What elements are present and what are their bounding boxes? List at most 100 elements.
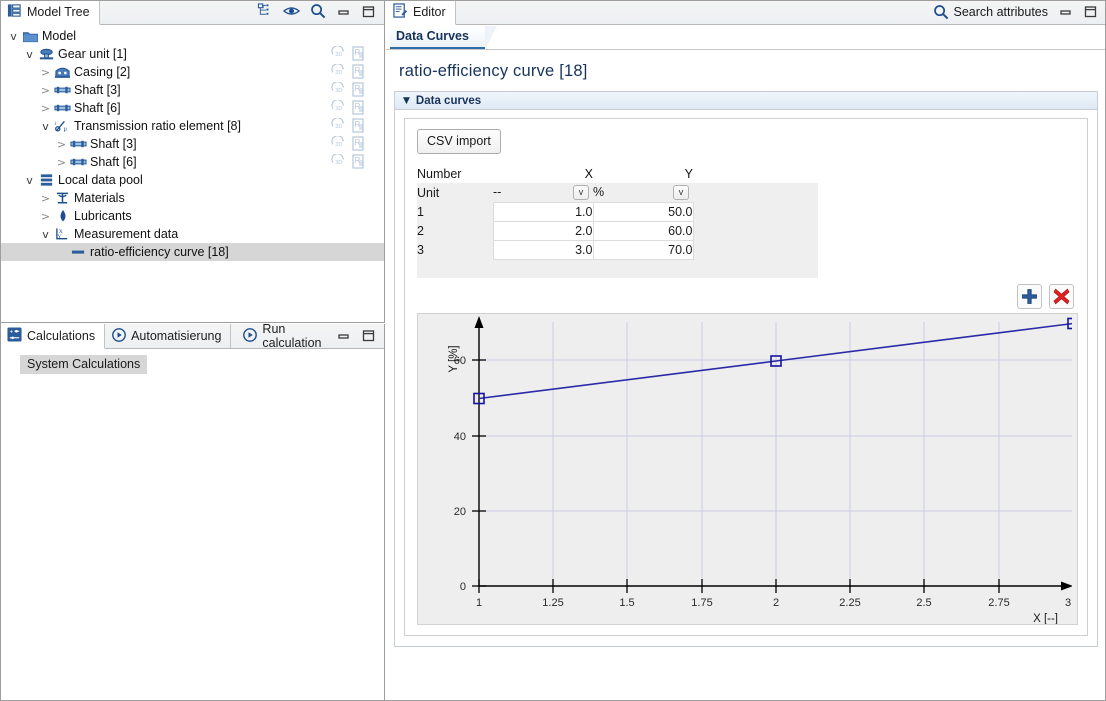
chevron-right-icon[interactable]: > (38, 67, 53, 78)
cell-x[interactable]: 3.0 (493, 240, 593, 259)
add-row-button[interactable] (1017, 284, 1042, 309)
tree-row-actions[interactable]: 3D R (331, 118, 366, 136)
chevron-down-icon[interactable]: v (38, 121, 53, 132)
cell-x[interactable]: 1.0 (493, 202, 593, 221)
chevron-down-icon[interactable]: v (22, 175, 37, 186)
model-tree-maximize-button[interactable] (361, 5, 376, 19)
report-icon[interactable]: R (352, 118, 366, 136)
tree-item-casing[interactable]: > Casing [2] 3D R (0, 63, 384, 81)
tree-item-local-data-pool[interactable]: v Local data pool (0, 171, 384, 189)
view-3d-icon[interactable]: 3D (331, 136, 346, 154)
tree-row-actions[interactable]: 3D R (331, 82, 366, 100)
tree-item-label: Shaft [3] (72, 83, 121, 97)
report-icon[interactable]: R (352, 64, 366, 82)
tree-row-actions[interactable]: 3D R (331, 46, 366, 64)
tab-run-calculation[interactable]: Run calculation (231, 324, 336, 348)
chevron-down-icon[interactable]: ▼ (403, 96, 410, 106)
table-row[interactable]: 3 3.0 70.0 (417, 240, 818, 259)
y-tick-40: 40 (454, 431, 466, 443)
view-3d-icon[interactable]: 3D (331, 82, 346, 100)
search-attributes-label[interactable]: Search attributes (954, 5, 1049, 19)
tab-editor[interactable]: Editor (386, 0, 456, 25)
calculations-minimize-button[interactable] (336, 329, 351, 343)
list-item-system-calculations[interactable]: System Calculations (20, 355, 147, 374)
tree-row-actions[interactable]: 3D R (331, 154, 366, 172)
model-tree-minimize-button[interactable] (336, 5, 351, 19)
search-icon[interactable] (933, 4, 949, 20)
chevron-right-icon[interactable]: > (38, 211, 53, 222)
tree-row-actions[interactable]: 3D R (331, 64, 366, 82)
view-3d-icon[interactable]: 3D (331, 100, 346, 118)
empty-cell-y[interactable] (593, 259, 693, 278)
report-icon[interactable]: R (352, 46, 366, 64)
empty-cell-x[interactable] (493, 259, 593, 278)
tree-item-shaft-3-nested[interactable]: > Shaft [3] 3D R (0, 135, 384, 153)
chevron-right-icon[interactable]: > (54, 157, 69, 168)
tree-link-icon[interactable] (257, 3, 273, 21)
view-3d-icon[interactable]: 3D (331, 154, 346, 172)
tree-item-lubricants[interactable]: > Lubricants (0, 207, 384, 225)
unit-y-cell[interactable]: % v (593, 183, 693, 202)
csv-import-button[interactable]: CSV import (417, 129, 501, 154)
view-3d-icon[interactable]: 3D (331, 46, 346, 64)
search-icon[interactable] (310, 3, 326, 22)
model-tree-toolbar (257, 0, 384, 24)
data-curves-section-header[interactable]: ▼ Data curves (395, 92, 1097, 110)
editor-minimize-button[interactable] (1058, 5, 1073, 19)
model-tree-body[interactable]: v Model v Gear unit [1] (0, 25, 384, 322)
editor-maximize-button[interactable] (1083, 5, 1098, 19)
cell-y[interactable]: 70.0 (593, 240, 693, 259)
tree-item-shaft-6-nested[interactable]: > Shaft [6] 3D R (0, 153, 384, 171)
tree-item-shaft-6[interactable]: > Shaft [6] 3D R (0, 99, 384, 117)
svg-text:Y: Y (57, 234, 61, 240)
x-tick: 3 (1065, 597, 1071, 609)
chevron-down-icon[interactable]: v (6, 31, 21, 42)
data-curve-chart[interactable]: 0 20 40 60 (417, 313, 1078, 625)
unit-x-cell[interactable]: -- v (493, 183, 593, 202)
tree-item-model[interactable]: v Model (0, 27, 384, 45)
editor-content: ratio-efficiency curve [18] ▼ Data curve… (386, 50, 1106, 701)
cell-y[interactable]: 50.0 (593, 202, 693, 221)
tab-calculations[interactable]: + Calculations (0, 324, 105, 349)
cell-y[interactable]: 60.0 (593, 221, 693, 240)
data-curve-table[interactable]: Number X Y Unit -- v (417, 164, 818, 278)
report-icon[interactable]: R (352, 100, 366, 118)
chevron-down-icon[interactable]: v (22, 49, 37, 60)
tab-automatisierung[interactable]: Automatisierung (105, 324, 231, 348)
chevron-right-icon[interactable]: > (38, 103, 53, 114)
tabbar-spacer (100, 0, 257, 24)
row-pad (693, 221, 818, 240)
tree-item-transmission-ratio-element[interactable]: v iμ Transmission ratio element [8] 3D R (0, 117, 384, 135)
tab-data-curves[interactable]: Data Curves (390, 26, 485, 49)
unit-x-dropdown-button[interactable]: v (573, 185, 589, 200)
eye-icon[interactable] (283, 4, 300, 21)
delete-row-button[interactable] (1049, 284, 1074, 309)
chevron-right-icon[interactable]: > (38, 193, 53, 204)
view-3d-icon[interactable]: 3D (331, 118, 346, 136)
unit-y-dropdown-button[interactable]: v (673, 185, 689, 200)
y-axis-label: Y [%] (448, 345, 460, 372)
table-empty-row[interactable] (417, 259, 818, 278)
header-y: Y (593, 164, 693, 183)
report-icon[interactable]: R (352, 136, 366, 154)
chevron-right-icon[interactable]: > (54, 139, 69, 150)
table-row[interactable]: 1 1.0 50.0 (417, 202, 818, 221)
cell-x[interactable]: 2.0 (493, 221, 593, 240)
table-unit-row: Unit -- v % v (417, 183, 818, 202)
tree-item-ratio-efficiency-curve[interactable]: ratio-efficiency curve [18] (0, 243, 384, 261)
unit-row-label: Unit (417, 183, 493, 202)
tree-row-actions[interactable]: 3D R (331, 136, 366, 154)
table-row[interactable]: 2 2.0 60.0 (417, 221, 818, 240)
tab-model-tree[interactable]: Model Tree (0, 0, 100, 25)
report-icon[interactable]: R (352, 154, 366, 172)
calculations-maximize-button[interactable] (361, 329, 376, 343)
chevron-right-icon[interactable]: > (38, 85, 53, 96)
report-icon[interactable]: R (352, 82, 366, 100)
tree-item-measurement-data[interactable]: v XY Measurement data (0, 225, 384, 243)
view-3d-icon[interactable]: 3D (331, 64, 346, 82)
chevron-down-icon[interactable]: v (38, 229, 53, 240)
tree-row-actions[interactable]: 3D R (331, 100, 366, 118)
tree-item-materials[interactable]: > Materials (0, 189, 384, 207)
tree-item-gear-unit[interactable]: v Gear unit [1] 3D R (0, 45, 384, 63)
tree-item-shaft-3[interactable]: > Shaft [3] 3D R (0, 81, 384, 99)
